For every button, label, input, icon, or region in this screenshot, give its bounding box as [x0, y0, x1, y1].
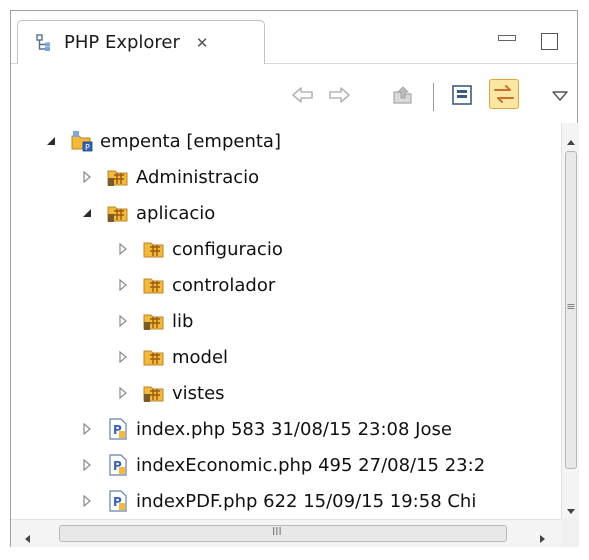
collapsed-twistie-icon[interactable]	[81, 459, 93, 471]
view-menu-icon[interactable]	[552, 87, 568, 106]
project-tree[interactable]: P empenta [empenta] Administracio aplica…	[11, 119, 561, 519]
tree-item-folder[interactable]: Administracio	[81, 159, 259, 195]
folder-label: Administracio	[136, 166, 260, 188]
file-label: indexPDF.php 622 15/09/15 19:58 Chi	[136, 490, 477, 512]
project-label: empenta [empenta]	[100, 130, 281, 152]
file-label: indexEconomic.php 495 27/08/15 23:2	[136, 454, 486, 476]
tree-item-file[interactable]: P indexPDF.php 622 15/09/15 19:58 Chi	[81, 483, 476, 519]
link-with-editor-icon[interactable]	[489, 79, 519, 109]
tree-item-project[interactable]: P empenta [empenta]	[45, 123, 281, 159]
collapsed-twistie-icon[interactable]	[117, 243, 129, 255]
toolbar-separator	[433, 83, 434, 111]
package-folder-icon	[107, 206, 128, 222]
scroll-down-icon[interactable]	[566, 501, 576, 520]
folder-label: aplicacio	[136, 202, 216, 224]
php-file-icon: P	[109, 490, 127, 512]
svg-text:P: P	[85, 143, 90, 152]
scroll-grip-icon: III	[272, 525, 282, 538]
tab-label: PHP Explorer	[64, 32, 180, 53]
collapsed-twistie-icon[interactable]	[81, 171, 93, 183]
package-folder-icon	[143, 242, 164, 258]
close-icon[interactable]: ✕	[196, 34, 209, 52]
php-file-icon: P	[109, 418, 127, 440]
hierarchy-icon	[36, 33, 50, 51]
collapsed-twistie-icon[interactable]	[117, 351, 129, 363]
collapse-all-icon[interactable]	[448, 81, 476, 109]
tree-item-file[interactable]: P indexEconomic.php 495 27/08/15 23:2	[81, 447, 485, 483]
folder-label: configuracio	[172, 238, 283, 260]
folder-label: controlador	[172, 274, 276, 296]
tree-item-folder[interactable]: controlador	[117, 267, 275, 303]
scroll-grip-icon: ≡	[566, 300, 576, 313]
tree-item-folder[interactable]: aplicacio	[81, 195, 215, 231]
view-toolbar	[11, 63, 577, 125]
collapsed-twistie-icon[interactable]	[117, 387, 129, 399]
folder-label: lib	[172, 310, 194, 332]
vertical-scrollbar[interactable]: ≡	[561, 123, 579, 519]
scroll-up-icon[interactable]	[566, 131, 576, 150]
collapsed-twistie-icon[interactable]	[81, 423, 93, 435]
view-tab-bar: PHP Explorer ✕	[11, 11, 577, 64]
php-project-icon: P	[71, 131, 93, 152]
package-folder-icon	[143, 278, 164, 294]
scroll-left-icon[interactable]	[23, 529, 31, 548]
package-folder-icon	[143, 314, 164, 330]
expanded-twistie-icon[interactable]	[81, 207, 93, 219]
forward-icon[interactable]	[325, 81, 353, 109]
tree-item-file[interactable]: P index.php 583 31/08/15 23:08 Jose	[81, 411, 452, 447]
scroll-right-icon[interactable]	[539, 529, 547, 548]
package-folder-icon	[143, 350, 164, 366]
tree-item-folder[interactable]: lib	[117, 303, 193, 339]
package-folder-icon	[143, 386, 164, 402]
maximize-icon[interactable]	[541, 33, 558, 50]
horizontal-scroll-thumb[interactable]: III	[59, 525, 507, 542]
expanded-twistie-icon[interactable]	[45, 135, 57, 147]
folder-label: model	[172, 346, 229, 368]
tree-item-folder[interactable]: vistes	[117, 375, 225, 411]
up-folder-icon[interactable]	[389, 81, 417, 109]
php-file-icon: P	[109, 454, 127, 476]
scrollbar-corner	[561, 519, 579, 547]
folder-label: vistes	[172, 382, 225, 404]
tab-php-explorer[interactable]: PHP Explorer ✕	[17, 20, 265, 64]
back-icon[interactable]	[289, 81, 317, 109]
php-explorer-view: PHP Explorer ✕ P empenta [empenta] Admin…	[10, 10, 579, 547]
horizontal-scrollbar[interactable]: III	[11, 519, 561, 547]
collapsed-twistie-icon[interactable]	[81, 495, 93, 507]
tree-item-folder[interactable]: model	[117, 339, 228, 375]
collapsed-twistie-icon[interactable]	[117, 315, 129, 327]
collapsed-twistie-icon[interactable]	[117, 279, 129, 291]
minimize-icon[interactable]	[498, 35, 516, 41]
file-label: index.php 583 31/08/15 23:08 Jose	[136, 418, 452, 440]
tree-item-folder[interactable]: configuracio	[117, 231, 283, 267]
package-folder-icon	[107, 170, 128, 186]
vertical-scroll-thumb[interactable]: ≡	[565, 151, 577, 469]
